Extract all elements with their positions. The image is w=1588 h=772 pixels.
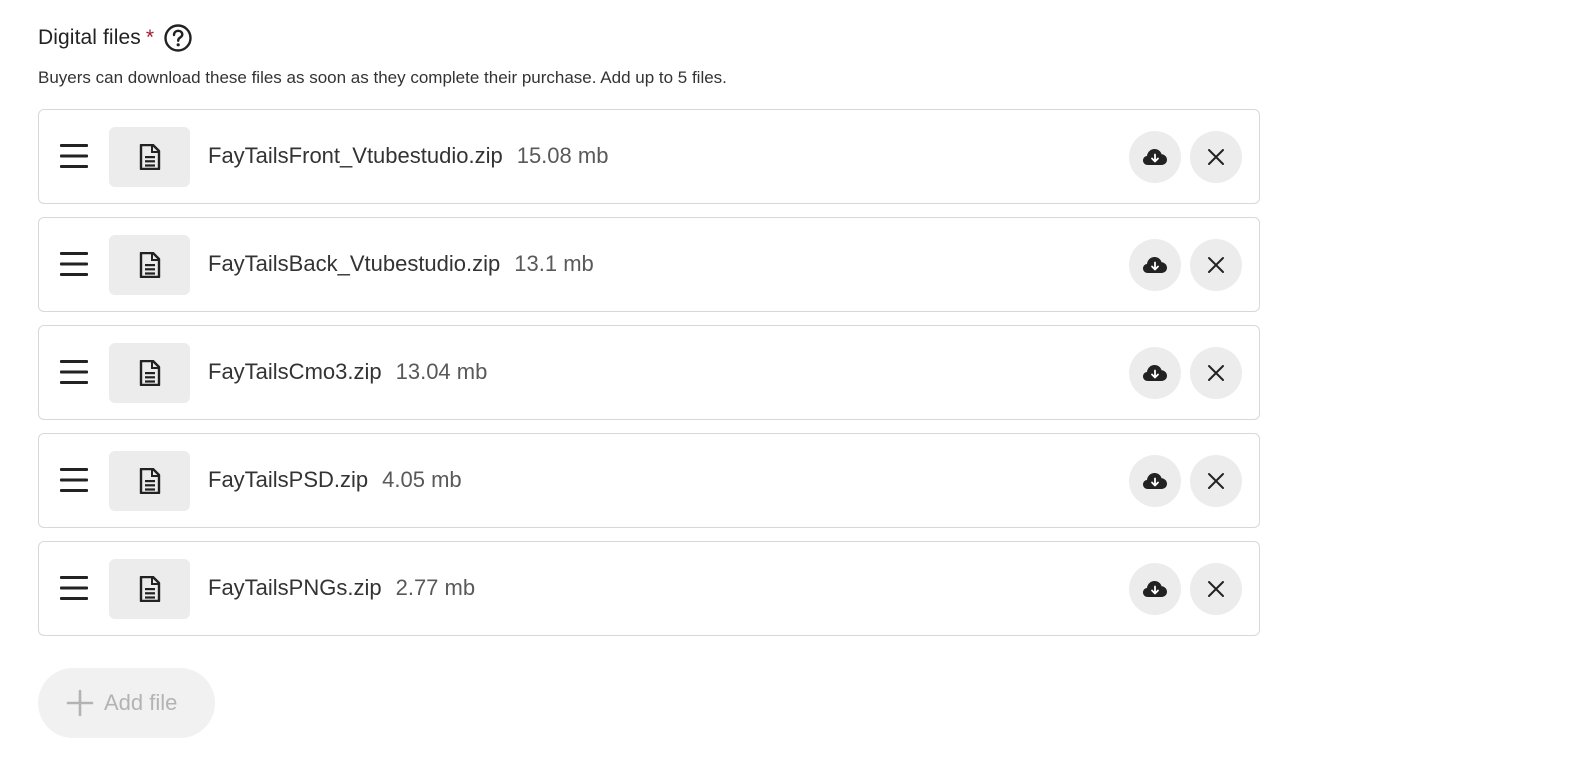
file-name-text: FayTailsCmo3.zip <box>208 359 382 384</box>
cloud-download-icon <box>1143 149 1167 165</box>
file-size: 4.05 mb <box>382 467 462 492</box>
file-row: FayTailsBack_Vtubestudio.zip 13.1 mb <box>38 217 1260 312</box>
download-button[interactable] <box>1129 239 1181 291</box>
section-header: Digital files * <box>38 20 1278 56</box>
section-title: Digital files <box>38 26 141 49</box>
file-name: FayTailsPNGs.zip 2.77 mb <box>208 542 475 634</box>
file-size: 15.08 mb <box>516 143 609 168</box>
drag-handle-icon[interactable] <box>60 575 88 601</box>
required-marker: * <box>145 26 155 49</box>
file-name-text: FayTailsFront_Vtubestudio.zip <box>208 143 503 168</box>
drag-handle-icon[interactable] <box>60 467 88 493</box>
download-button[interactable] <box>1129 131 1181 183</box>
drag-handle-icon[interactable] <box>60 251 88 277</box>
file-name: FayTailsFront_Vtubestudio.zip 15.08 mb <box>208 110 608 202</box>
remove-file-button[interactable] <box>1190 347 1242 399</box>
close-icon <box>1208 365 1224 381</box>
file-size: 13.1 mb <box>514 251 594 276</box>
cloud-download-icon <box>1143 257 1167 273</box>
download-button[interactable] <box>1129 347 1181 399</box>
plus-icon <box>66 689 94 717</box>
close-icon <box>1208 257 1224 273</box>
close-icon <box>1208 149 1224 165</box>
digital-files-section: Digital files * Buyers can download thes… <box>38 20 1278 649</box>
close-icon <box>1208 473 1224 489</box>
remove-file-button[interactable] <box>1190 563 1242 615</box>
file-name-text: FayTailsBack_Vtubestudio.zip <box>208 251 501 276</box>
file-row: FayTailsCmo3.zip 13.04 mb <box>38 325 1260 420</box>
add-file-label: Add file <box>104 690 178 715</box>
remove-file-button[interactable] <box>1190 239 1242 291</box>
download-button[interactable] <box>1129 563 1181 615</box>
file-name: FayTailsCmo3.zip 13.04 mb <box>208 326 487 418</box>
question-circle-icon[interactable] <box>163 23 193 53</box>
close-icon <box>1208 581 1224 597</box>
download-button[interactable] <box>1129 455 1181 507</box>
cloud-download-icon <box>1143 473 1167 489</box>
cloud-download-icon <box>1143 581 1167 597</box>
document-icon <box>109 235 190 295</box>
remove-file-button[interactable] <box>1190 455 1242 507</box>
document-icon <box>109 559 190 619</box>
add-file-button[interactable]: Add file <box>38 668 215 738</box>
remove-file-button[interactable] <box>1190 131 1242 183</box>
file-name-text: FayTailsPSD.zip <box>208 467 369 492</box>
file-name-text: FayTailsPNGs.zip <box>208 575 382 600</box>
cloud-download-icon <box>1143 365 1167 381</box>
document-icon <box>109 343 190 403</box>
drag-handle-icon[interactable] <box>60 143 88 169</box>
file-size: 2.77 mb <box>395 575 476 600</box>
document-icon <box>109 451 190 511</box>
file-row: FayTailsFront_Vtubestudio.zip 15.08 mb <box>38 109 1260 204</box>
file-row: FayTailsPSD.zip 4.05 mb <box>38 433 1260 528</box>
file-size: 13.04 mb <box>395 359 488 384</box>
file-list: FayTailsFront_Vtubestudio.zip 15.08 mb Fa… <box>38 109 1278 636</box>
drag-handle-icon[interactable] <box>60 359 88 385</box>
file-name: FayTailsBack_Vtubestudio.zip 13.1 mb <box>208 218 594 310</box>
document-icon <box>109 127 190 187</box>
file-name: FayTailsPSD.zip 4.05 mb <box>208 434 462 526</box>
section-description: Buyers can download these files as soon … <box>38 68 727 87</box>
file-row: FayTailsPNGs.zip 2.77 mb <box>38 541 1260 636</box>
